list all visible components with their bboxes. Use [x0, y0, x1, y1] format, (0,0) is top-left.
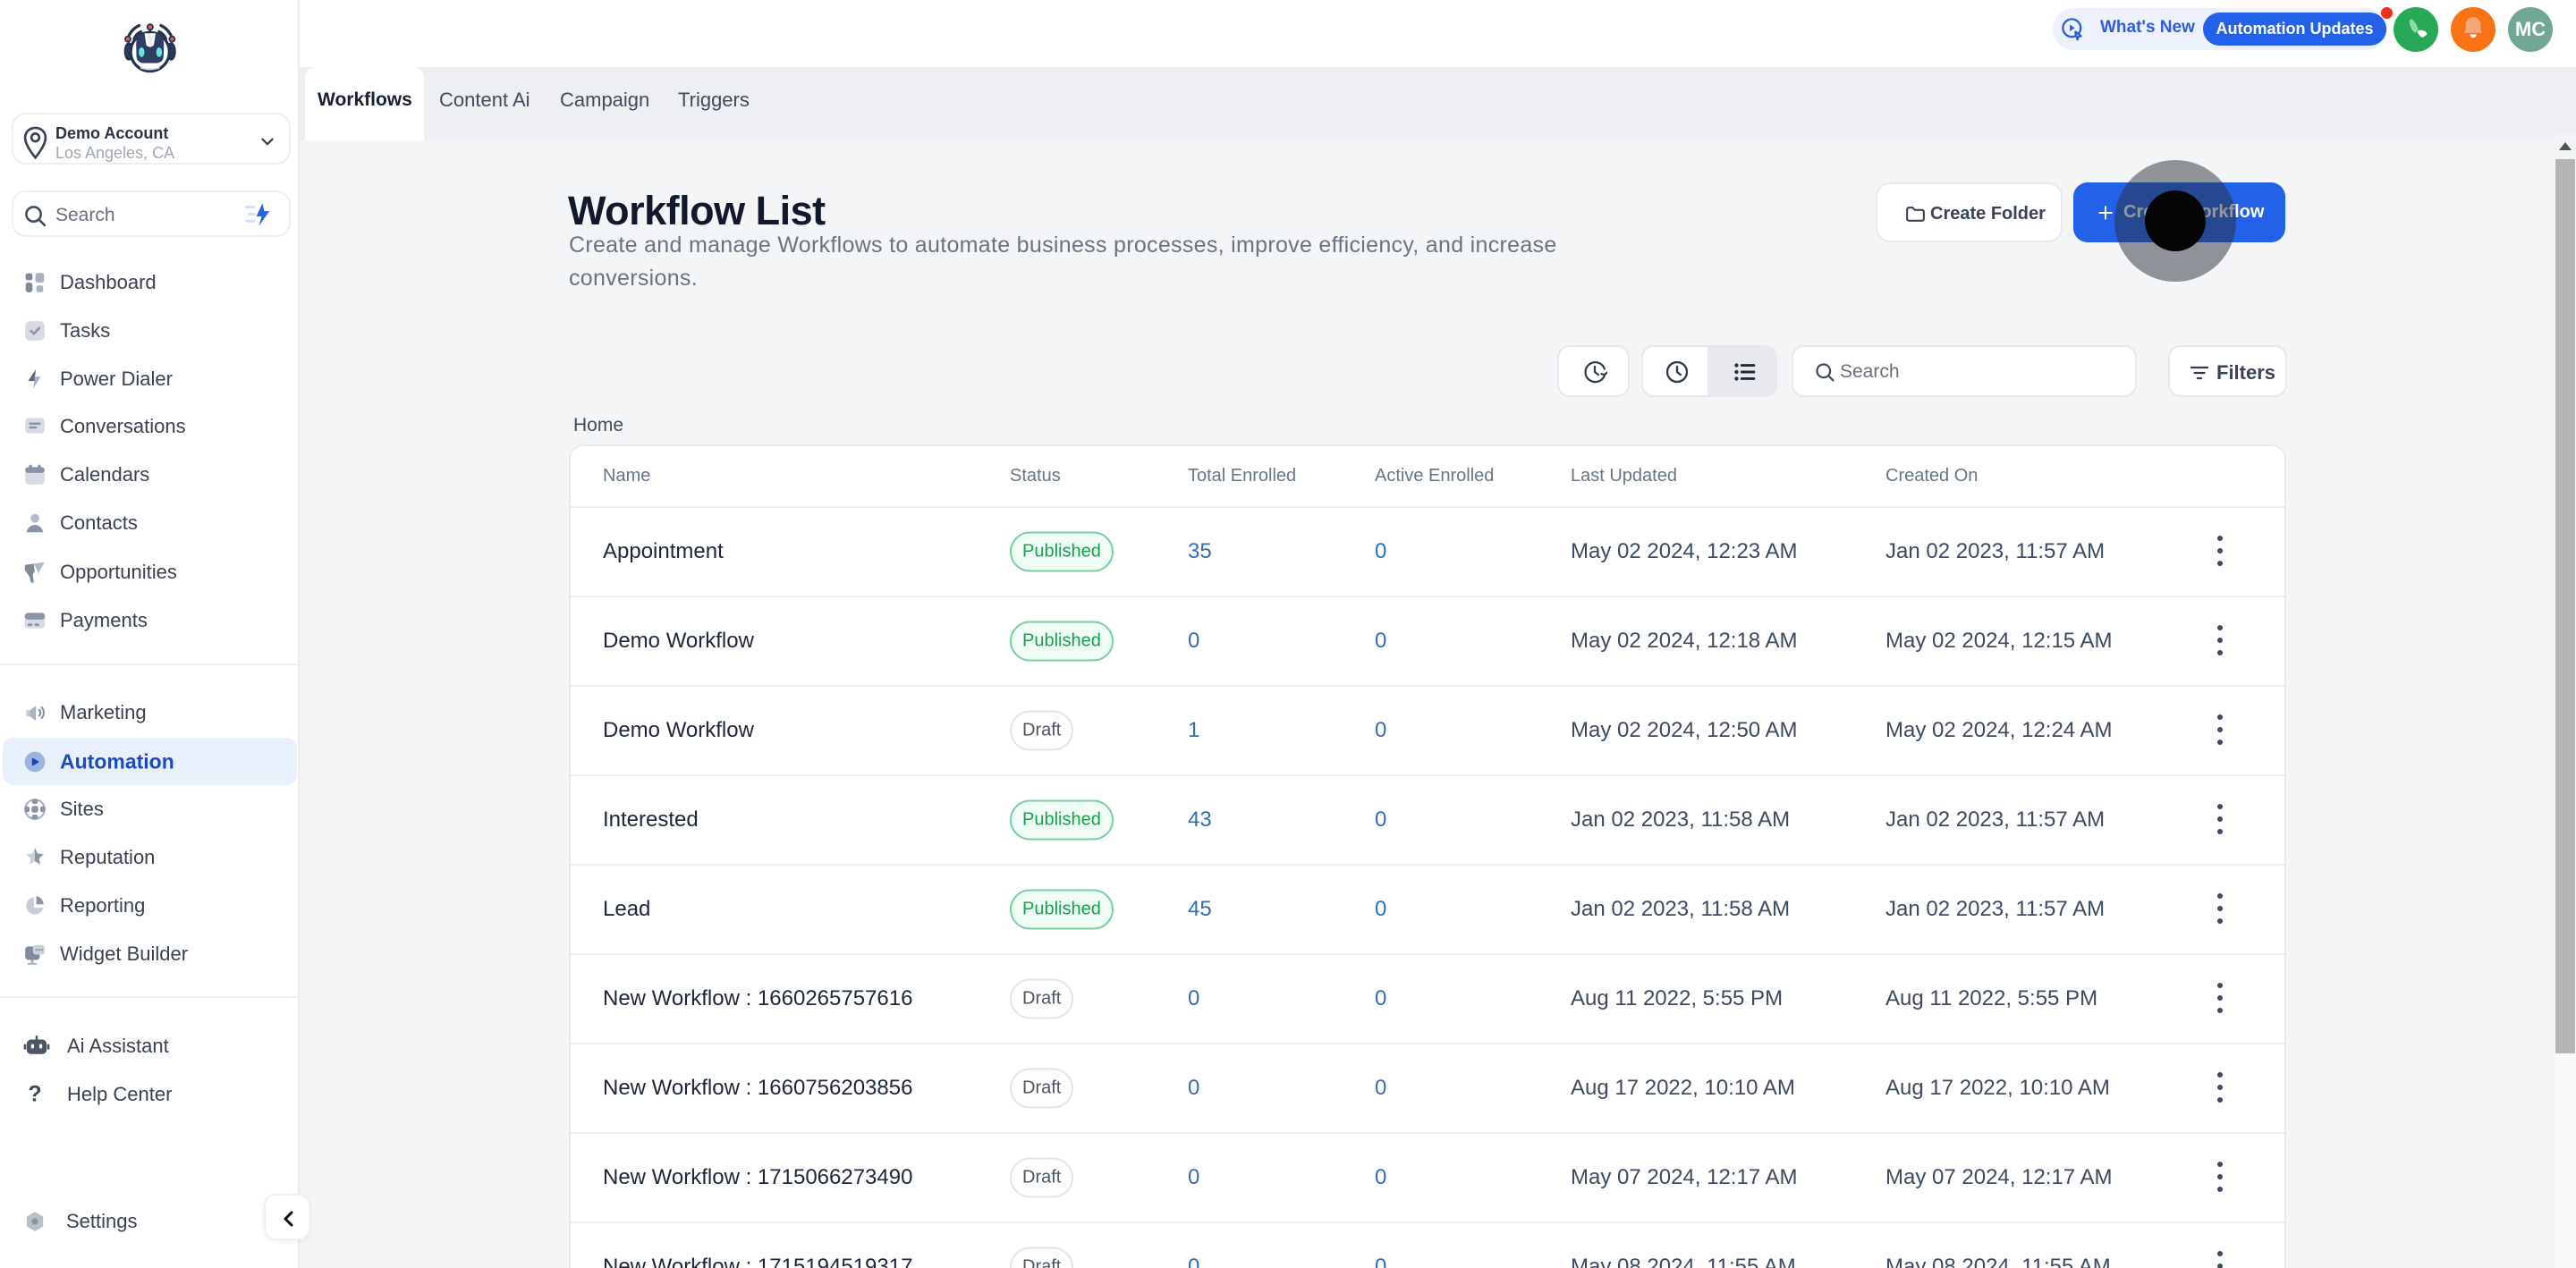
svg-text:?: ?: [28, 1083, 41, 1106]
